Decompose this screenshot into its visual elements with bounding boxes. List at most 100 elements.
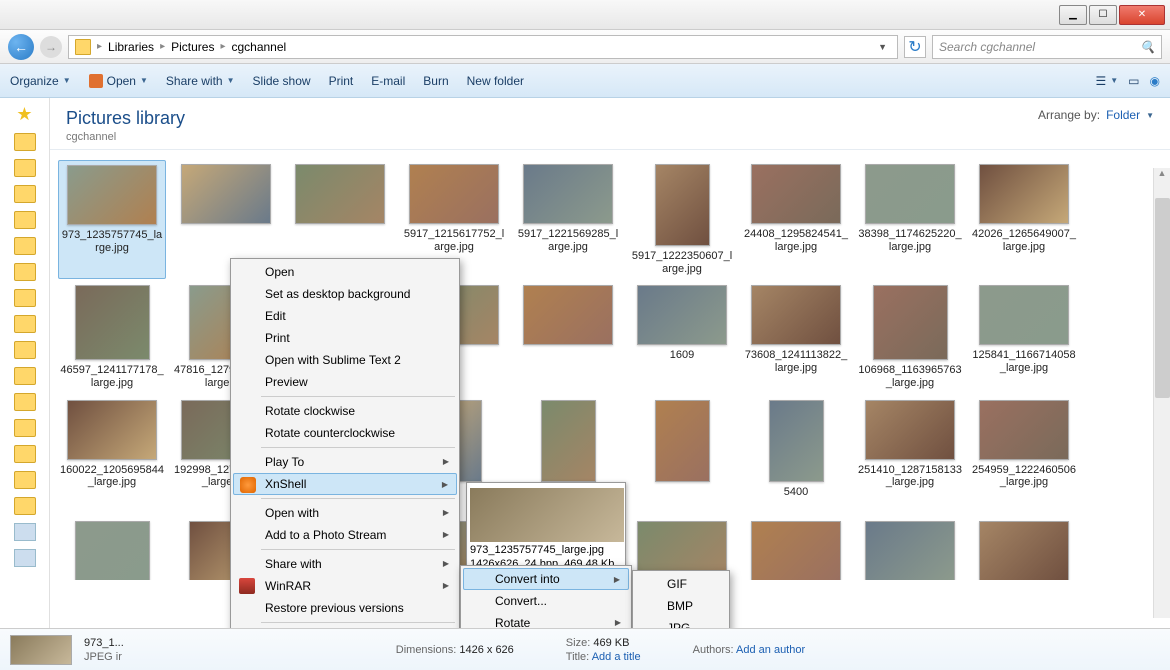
menu-item[interactable]: XnShell bbox=[233, 473, 457, 495]
close-button[interactable]: ✕ bbox=[1119, 5, 1165, 25]
back-button[interactable]: ← bbox=[8, 34, 34, 60]
menu-item[interactable]: Share with bbox=[233, 553, 457, 575]
menu-item-label: BMP bbox=[667, 599, 693, 613]
menu-item[interactable]: Restore previous versions bbox=[233, 597, 457, 619]
sidebar-folder[interactable] bbox=[14, 263, 36, 281]
forward-button[interactable]: → bbox=[40, 36, 62, 58]
thumbnail-item[interactable]: 973_1235757745_large.jpg bbox=[58, 160, 166, 279]
menu-item[interactable]: Set as desktop background bbox=[233, 283, 457, 305]
thumbnail-item[interactable] bbox=[970, 517, 1078, 580]
thumbnail-image bbox=[67, 400, 157, 460]
title-value[interactable]: Add a title bbox=[592, 651, 641, 663]
sidebar-folder[interactable] bbox=[14, 185, 36, 203]
preview-pane-button[interactable]: ▭ bbox=[1128, 74, 1139, 88]
menu-item[interactable]: Convert... bbox=[463, 590, 629, 612]
menu-item[interactable]: BMP bbox=[635, 595, 727, 617]
thumbnail-item[interactable] bbox=[514, 281, 622, 393]
menu-item-label: Preview bbox=[265, 375, 308, 389]
thumbnail-item[interactable]: 38398_1174625220_large.jpg bbox=[856, 160, 964, 279]
breadcrumb-item[interactable]: Libraries bbox=[108, 40, 154, 54]
thumbnail-item[interactable] bbox=[628, 396, 736, 515]
minimize-button[interactable]: ▁ bbox=[1059, 5, 1087, 25]
sidebar-folder[interactable] bbox=[14, 471, 36, 489]
menu-item[interactable]: Rotate counterclockwise bbox=[233, 422, 457, 444]
menu-item[interactable]: Add to a Photo Stream bbox=[233, 524, 457, 546]
sidebar-folder[interactable] bbox=[14, 159, 36, 177]
menu-item[interactable]: Edit bbox=[233, 305, 457, 327]
refresh-button[interactable]: ↻ bbox=[904, 36, 926, 58]
thumbnail-item[interactable]: 106968_1163965763_large.jpg bbox=[856, 281, 964, 393]
menu-item[interactable]: GIF bbox=[635, 573, 727, 595]
menu-item-label: Set as desktop background bbox=[265, 287, 410, 301]
thumbnail-item[interactable] bbox=[742, 517, 850, 580]
menu-item[interactable]: Rotate bbox=[463, 612, 629, 628]
sidebar-folder[interactable] bbox=[14, 341, 36, 359]
thumbnail-item[interactable]: 42026_1265649007_large.jpg bbox=[970, 160, 1078, 279]
thumbnail-item[interactable]: 24408_1295824541_large.jpg bbox=[742, 160, 850, 279]
sidebar-folder[interactable] bbox=[14, 211, 36, 229]
sidebar-folder[interactable] bbox=[14, 367, 36, 385]
menu-item-label: Rotate clockwise bbox=[265, 404, 355, 418]
view-button[interactable]: ☰ ▼ bbox=[1095, 74, 1118, 88]
menu-item[interactable]: Preview bbox=[233, 371, 457, 393]
menu-item[interactable]: JPG bbox=[635, 617, 727, 628]
sidebar-folder[interactable] bbox=[14, 289, 36, 307]
sidebar-item[interactable] bbox=[14, 549, 36, 567]
maximize-button[interactable]: ☐ bbox=[1089, 5, 1117, 25]
breadcrumb[interactable]: ▸ Libraries ▸ Pictures ▸ cgchannel ▼ bbox=[68, 35, 898, 59]
share-with-button[interactable]: Share with▼ bbox=[166, 74, 235, 88]
thumbnail-item[interactable]: 254959_1222460506_large.jpg bbox=[970, 396, 1078, 515]
scrollbar-thumb[interactable] bbox=[1155, 198, 1170, 398]
sidebar-item[interactable] bbox=[14, 523, 36, 541]
menu-item[interactable]: Open with Sublime Text 2 bbox=[233, 349, 457, 371]
menu-item[interactable]: Print bbox=[233, 327, 457, 349]
arrange-value[interactable]: Folder bbox=[1106, 108, 1140, 122]
thumbnail-item[interactable]: 125841_1166714058_large.jpg bbox=[970, 281, 1078, 393]
convert-into-submenu[interactable]: GIFBMPJPGPCXPNGTIFTGA bbox=[632, 570, 730, 628]
favorites-icon[interactable]: ★ bbox=[16, 104, 32, 125]
menu-item[interactable]: Open with bbox=[233, 502, 457, 524]
sidebar-folder[interactable] bbox=[14, 497, 36, 515]
slideshow-button[interactable]: Slide show bbox=[253, 74, 311, 88]
thumbnail-item[interactable]: 5400 bbox=[742, 396, 850, 515]
sidebar-folder[interactable] bbox=[14, 237, 36, 255]
burn-button[interactable]: Burn bbox=[423, 74, 448, 88]
breadcrumb-item[interactable]: cgchannel bbox=[231, 40, 286, 54]
library-header: Pictures library cgchannel Arrange by: F… bbox=[50, 98, 1170, 150]
email-button[interactable]: E-mail bbox=[371, 74, 405, 88]
vertical-scrollbar[interactable]: ▲ bbox=[1153, 168, 1170, 618]
sidebar-folder[interactable] bbox=[14, 393, 36, 411]
sidebar-folder[interactable] bbox=[14, 419, 36, 437]
context-menu[interactable]: OpenSet as desktop backgroundEditPrintOp… bbox=[230, 258, 460, 628]
menu-item[interactable]: Send to bbox=[233, 626, 457, 628]
breadcrumb-item[interactable]: Pictures bbox=[171, 40, 214, 54]
sidebar-folder[interactable] bbox=[14, 445, 36, 463]
thumbnail-item[interactable]: 251410_1287158133_large.jpg bbox=[856, 396, 964, 515]
thumbnail-item[interactable]: 160022_1205695844_large.jpg bbox=[58, 396, 166, 515]
menu-item[interactable]: Open bbox=[233, 261, 457, 283]
thumbnail-item[interactable]: 73608_1241113822_large.jpg bbox=[742, 281, 850, 393]
new-folder-button[interactable]: New folder bbox=[467, 74, 524, 88]
thumbnail-item[interactable]: 5917_1221569285_large.jpg bbox=[514, 160, 622, 279]
menu-item[interactable]: Play To bbox=[233, 451, 457, 473]
organize-button[interactable]: Organize▼ bbox=[10, 74, 71, 88]
thumbnail-item[interactable] bbox=[856, 517, 964, 580]
sidebar-folder[interactable] bbox=[14, 133, 36, 151]
thumbnail-item[interactable]: 5917_1222350607_large.jpg bbox=[628, 160, 736, 279]
open-button[interactable]: Open▼ bbox=[89, 74, 148, 88]
menu-item-label: Rotate counterclockwise bbox=[265, 426, 395, 440]
xnshell-submenu[interactable]: Convert intoConvert...RotateCopy to Clip… bbox=[460, 565, 632, 628]
authors-value[interactable]: Add an author bbox=[736, 644, 805, 656]
print-button[interactable]: Print bbox=[329, 74, 354, 88]
sidebar-folder[interactable] bbox=[14, 315, 36, 333]
thumbnail-item[interactable]: 1609 bbox=[628, 281, 736, 393]
menu-item[interactable]: Rotate clockwise bbox=[233, 400, 457, 422]
menu-item[interactable]: Convert into bbox=[463, 568, 629, 590]
arrange-by[interactable]: Arrange by: Folder ▼ bbox=[1038, 108, 1154, 122]
help-button[interactable]: ◉ bbox=[1150, 74, 1160, 88]
thumbnail-item[interactable]: 46597_1241177178_large.jpg bbox=[58, 281, 166, 393]
menu-item[interactable]: WinRAR bbox=[233, 575, 457, 597]
thumbnail-item[interactable]: 257462_1289906142_large.jpg bbox=[58, 517, 166, 580]
search-input[interactable]: Search cgchannel 🔍 bbox=[932, 35, 1162, 59]
chevron-down-icon[interactable]: ▼ bbox=[874, 42, 891, 52]
